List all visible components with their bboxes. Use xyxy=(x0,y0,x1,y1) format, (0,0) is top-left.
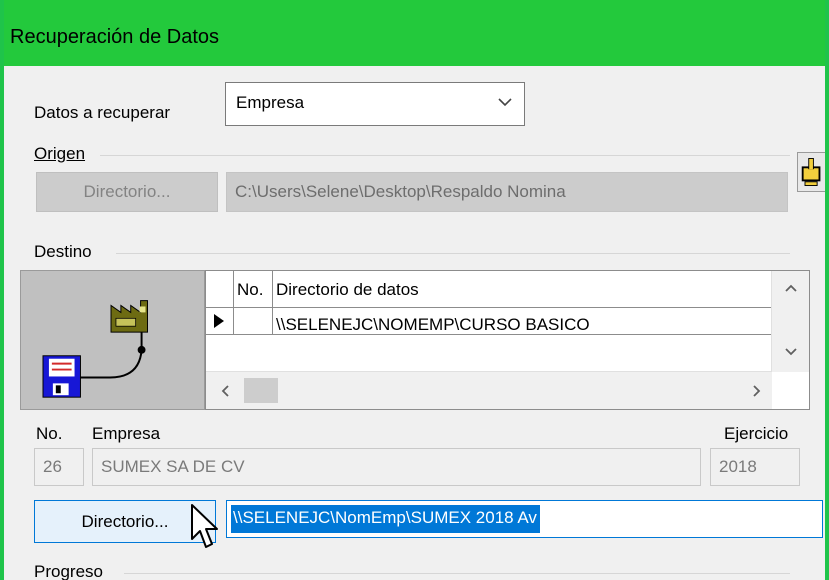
hand-pointer-button[interactable] xyxy=(797,152,825,192)
grid-header-no[interactable]: No. xyxy=(237,280,263,300)
grid-col-divider xyxy=(272,271,273,334)
horizontal-scroll-thumb[interactable] xyxy=(244,378,278,403)
no-label: No. xyxy=(36,424,63,443)
origen-group-line xyxy=(100,155,790,156)
title-bar[interactable]: Recuperación de Datos xyxy=(4,0,825,66)
empresa-field[interactable]: SUMEX SA DE CV xyxy=(92,448,701,486)
datos-select-value: Empresa xyxy=(236,93,305,112)
window-title: Recuperación de Datos xyxy=(10,26,220,48)
chevron-down-icon xyxy=(498,98,512,107)
grid-horizontal-scrollbar[interactable] xyxy=(206,371,772,409)
destino-group-label-text: Destino xyxy=(34,242,92,261)
destino-grid[interactable]: No. Directorio de datos \\SELENEJC\NOMEM… xyxy=(205,270,810,410)
mouse-cursor-icon xyxy=(191,504,218,548)
destino-directory-input[interactable]: \\SELENEJC\NomEmp\SUMEX 2018 Av xyxy=(226,500,823,538)
empresa-label: Empresa xyxy=(92,424,161,443)
grid-row-directorio[interactable]: \\SELENEJC\NOMEMP\CURSO BASICO xyxy=(276,315,590,335)
progreso-group-line xyxy=(124,573,790,574)
origen-directory-button[interactable]: Directorio... xyxy=(36,172,218,212)
no-value: 26 xyxy=(43,457,62,476)
origen-group-label: Origen xyxy=(34,144,85,164)
ejercicio-field[interactable]: 2018 xyxy=(710,448,800,486)
destino-illustration xyxy=(20,270,205,410)
origen-directory-button-label: Directorio... xyxy=(83,182,171,201)
factory-floppy-icon xyxy=(42,300,148,398)
no-field[interactable]: 26 xyxy=(34,448,84,486)
datos-label: Datos a recuperar xyxy=(34,103,171,122)
hand-pointer-icon xyxy=(801,158,821,186)
scroll-right-icon[interactable] xyxy=(752,384,762,398)
grid-col-divider xyxy=(233,271,234,334)
grid-vertical-scrollbar[interactable] xyxy=(771,271,809,372)
datos-select[interactable]: Empresa xyxy=(225,82,525,126)
destino-directory-button[interactable]: Directorio... xyxy=(34,500,216,543)
scroll-left-icon[interactable] xyxy=(220,384,230,398)
grid-header-directorio[interactable]: Directorio de datos xyxy=(276,280,419,300)
ejercicio-label: Ejercicio xyxy=(724,424,789,443)
destino-directory-button-label: Directorio... xyxy=(81,511,169,531)
recuperacion-window: Recuperación de Datos Datos a recuperar … xyxy=(0,0,829,580)
origen-accel: Origen xyxy=(34,144,86,163)
progreso-group-label: Progreso xyxy=(34,562,103,580)
ejercicio-value: 2018 xyxy=(719,457,757,476)
destino-group-line xyxy=(116,253,790,254)
empresa-value: SUMEX SA DE CV xyxy=(101,457,245,476)
destino-directory-value: \\SELENEJC\NomEmp\SUMEX 2018 Av xyxy=(231,505,540,533)
origen-path-field[interactable]: C:\Users\Selene\Desktop\Respaldo Nomina xyxy=(226,172,788,212)
row-indicator-icon xyxy=(214,314,224,328)
origen-path-value: C:\Users\Selene\Desktop\Respaldo Nomina xyxy=(235,182,566,201)
scroll-up-icon[interactable] xyxy=(784,283,798,293)
scroll-down-icon[interactable] xyxy=(784,347,798,357)
